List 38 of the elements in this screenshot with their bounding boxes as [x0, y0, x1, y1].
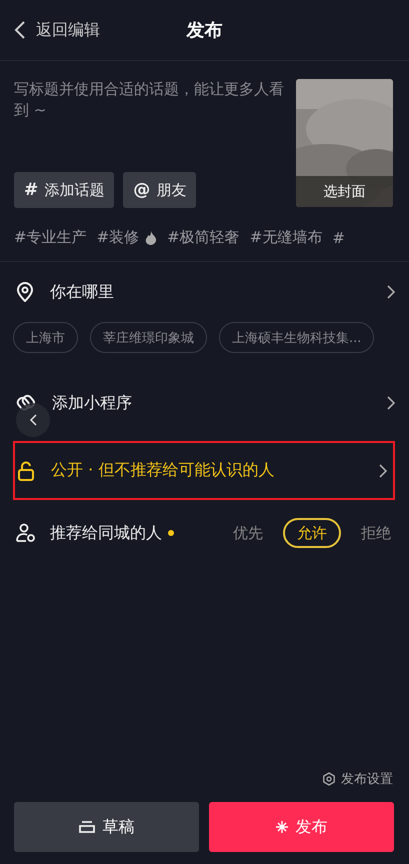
location-chip[interactable]: 上海硕丰生物科技集...	[219, 322, 374, 353]
page-title: 发布	[186, 19, 222, 42]
topic-link[interactable]: #极简轻奢	[167, 228, 240, 247]
publish-button[interactable]: 发布	[209, 802, 394, 852]
topic-link[interactable]: #	[332, 228, 345, 247]
topic-link[interactable]: #无缝墙布	[250, 228, 322, 247]
chevron-right-icon	[379, 464, 387, 478]
location-chip[interactable]: 上海市	[13, 322, 78, 353]
caption-field[interactable]: 写标题并使用合适的话题，能让更多人看到 ~	[14, 79, 284, 165]
back-icon	[29, 414, 37, 426]
mini-program-row[interactable]: 添加小程序	[0, 373, 409, 433]
sparkle-icon	[276, 821, 288, 833]
location-pin-icon	[16, 282, 34, 302]
option-button[interactable]: 允许	[283, 518, 341, 548]
topic-link[interactable]: #装修	[96, 228, 158, 247]
tag-button[interactable]: @ 朋友	[123, 172, 196, 208]
new-dot	[168, 530, 174, 536]
row-label: 推荐给同城的人	[50, 522, 162, 544]
chevron-right-icon	[387, 396, 395, 410]
back-icon	[14, 20, 26, 40]
floating-back-button[interactable]	[16, 403, 50, 437]
unlock-icon	[17, 460, 35, 480]
option-button[interactable]: 优先	[219, 518, 277, 548]
settings-link[interactable]: 发布设置	[322, 770, 393, 788]
flame-icon	[145, 230, 158, 244]
option-button[interactable]: 拒绝	[347, 518, 405, 548]
cover-button[interactable]: 选封面	[296, 176, 393, 207]
location-chip[interactable]: 莘庄维璟印象城	[90, 322, 207, 353]
back-button[interactable]: 返回编辑	[0, 20, 100, 40]
person-location-icon	[16, 523, 36, 543]
topic-link[interactable]: #专业生产	[14, 228, 87, 247]
tag-button[interactable]: # 添加话题	[14, 172, 114, 208]
privacy-row[interactable]: 公开 · 但不推荐给可能认识的人	[13, 441, 395, 500]
draft-button[interactable]: 草稿	[14, 802, 199, 852]
settings-icon	[322, 772, 336, 786]
location-row[interactable]: 你在哪里	[0, 262, 409, 322]
draft-box-icon	[78, 820, 94, 834]
chevron-right-icon	[387, 285, 395, 299]
